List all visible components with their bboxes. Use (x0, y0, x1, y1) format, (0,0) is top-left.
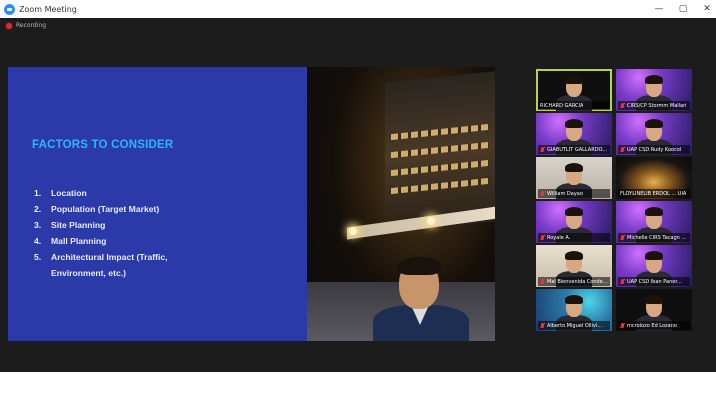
participant-tile[interactable]: UAP CSD Rudy Koocol (616, 113, 692, 155)
participant-tile[interactable]: William Dayao (536, 157, 612, 199)
participant-tile[interactable]: Royale A. (536, 201, 612, 243)
participant-label: GIABUTLIT GALLARDO... (538, 145, 610, 154)
participant-label: FLOYLINELIB ERDOL ... UIA (618, 189, 690, 198)
muted-mic-icon (620, 102, 625, 109)
participant-name: mcrolozo Ed Lozano (627, 322, 677, 329)
presenter (367, 257, 477, 341)
slide-list-number: 1. (34, 188, 42, 198)
participant-label: Mai Bienvenida Condel... (538, 277, 610, 286)
street-light (349, 227, 357, 235)
bottom-strip (0, 372, 716, 394)
muted-mic-icon (620, 278, 625, 285)
participant-label: Michelle CIRS Tacagn Ca... (618, 233, 690, 242)
shared-screen: FACTORS TO CONSIDER 1. Location 2. Populati… (8, 67, 495, 341)
slide-list-number: 2. (34, 204, 42, 214)
window-titlebar: Zoom Meeting — ▢ ✕ (0, 0, 716, 18)
participant-tile[interactable]: mcrolozo Ed Lozano (616, 289, 692, 331)
slide-list-text: Mall Planning (51, 236, 107, 246)
meeting-area: Recording FACTORS TO CONSIDER 1. Location… (0, 18, 716, 394)
participant-tile[interactable]: Michelle CIRS Tacagn Ca... (616, 201, 692, 243)
muted-mic-icon (620, 234, 625, 241)
muted-mic-icon (540, 278, 545, 285)
muted-mic-icon (540, 146, 545, 153)
participant-hair (645, 207, 663, 216)
zoom-logo-icon (4, 3, 15, 15)
window-title: Zoom Meeting (19, 4, 77, 14)
participant-hair (645, 295, 663, 304)
participant-name: FLOYLINELIB ERDOL ... UIA (620, 190, 687, 197)
window-controls: — ▢ ✕ (654, 0, 712, 18)
slide-list-number: 4. (34, 236, 42, 246)
participant-name: GIABUTLIT GALLARDO... (547, 146, 608, 153)
participant-label: UAP CSD Rudy Koocol (618, 145, 690, 154)
slide-list-item: 5. Architectural Impact (Traffic, (34, 249, 168, 265)
participant-tile[interactable]: FLOYLINELIB ERDOL ... UIA (616, 157, 692, 199)
participant-label: Royale A. (538, 233, 610, 242)
participant-hair (565, 295, 583, 304)
slide-list-number (34, 265, 51, 281)
slide-list-item: 4. Mall Planning (34, 233, 168, 249)
recording-label: Recording (16, 22, 47, 29)
slide-list-text: Site Planning (51, 220, 106, 230)
muted-mic-icon (540, 322, 545, 329)
slide-list-text: Population (Target Market) (51, 204, 160, 214)
participant-name: William Dayao (547, 190, 583, 197)
participant-hair (565, 251, 583, 260)
participant-name: Royale A. (547, 234, 571, 241)
muted-mic-icon (540, 234, 545, 241)
participant-tile[interactable]: UAP CSD Iban Paner... (616, 245, 692, 287)
participant-name: RICHARD GARCIA (540, 102, 584, 109)
participant-tile[interactable]: GIABUTLIT GALLARDO... (536, 113, 612, 155)
slide-list-item: 2. Population (Target Market) (34, 201, 168, 217)
participant-name: UAP CSD Iban Paner... (627, 278, 682, 285)
muted-mic-icon (620, 322, 625, 329)
participant-label: Alberto Miguel Ollivi... (538, 321, 610, 330)
participant-name: CIRS/CP Stormm Mallari (627, 102, 687, 109)
muted-mic-icon (540, 190, 545, 197)
participant-label: William Dayao (538, 189, 610, 198)
minimize-button[interactable]: — (654, 4, 664, 14)
participant-tile[interactable]: Mai Bienvenida Condel... (536, 245, 612, 287)
slide-list-item: 3. Site Planning (34, 217, 168, 233)
slide-list-text: Location (51, 188, 87, 198)
participant-hair (645, 119, 663, 128)
slide-title: FACTORS TO CONSIDER (32, 139, 174, 151)
slide-list-item: Environment, etc.) (34, 265, 168, 281)
slide-list-number: 3. (34, 220, 42, 230)
presenter-hair (397, 257, 441, 275)
muted-mic-icon (620, 146, 625, 153)
participant-tile[interactable]: Alberto Miguel Ollivi... (536, 289, 612, 331)
restore-button[interactable]: ▢ (678, 4, 688, 14)
gallery-view: RICHARD GARCIA CIRS/CP Stormm Mallari GIAB… (536, 69, 692, 331)
participant-label: UAP CSD Iban Paner... (618, 277, 690, 286)
recording-indicator[interactable]: Recording (6, 22, 46, 29)
slide-list: 1. Location 2. Population (Target Market) 3.… (34, 185, 168, 281)
participant-tile[interactable]: CIRS/CP Stormm Mallari (616, 69, 692, 111)
presenter-video (307, 67, 495, 341)
participant-hair (565, 163, 583, 172)
close-button[interactable]: ✕ (702, 4, 712, 14)
participant-name: UAP CSD Rudy Koocol (627, 146, 682, 153)
participant-hair (645, 251, 663, 260)
participant-hair (645, 75, 663, 84)
participant-label: mcrolozo Ed Lozano (618, 321, 690, 330)
participant-name: Mai Bienvenida Condel... (547, 278, 608, 285)
participant-name: Michelle CIRS Tacagn Ca... (627, 234, 688, 241)
participant-hair (565, 207, 583, 216)
presentation-slide: FACTORS TO CONSIDER 1. Location 2. Populati… (8, 67, 307, 341)
slide-list-number: 5. (34, 252, 42, 262)
participant-hair (565, 75, 583, 84)
street-light (427, 217, 435, 225)
participant-label: RICHARD GARCIA (538, 101, 610, 110)
slide-list-text: Environment, etc.) (51, 268, 126, 278)
record-icon (6, 22, 12, 29)
participant-tile[interactable]: RICHARD GARCIA (536, 69, 612, 111)
slide-list-item: 1. Location (34, 185, 168, 201)
participant-name: Alberto Miguel Ollivi... (547, 322, 603, 329)
slide-list-text: Architectural Impact (Traffic, (51, 252, 168, 262)
participant-hair (565, 119, 583, 128)
participant-label: CIRS/CP Stormm Mallari (618, 101, 690, 110)
